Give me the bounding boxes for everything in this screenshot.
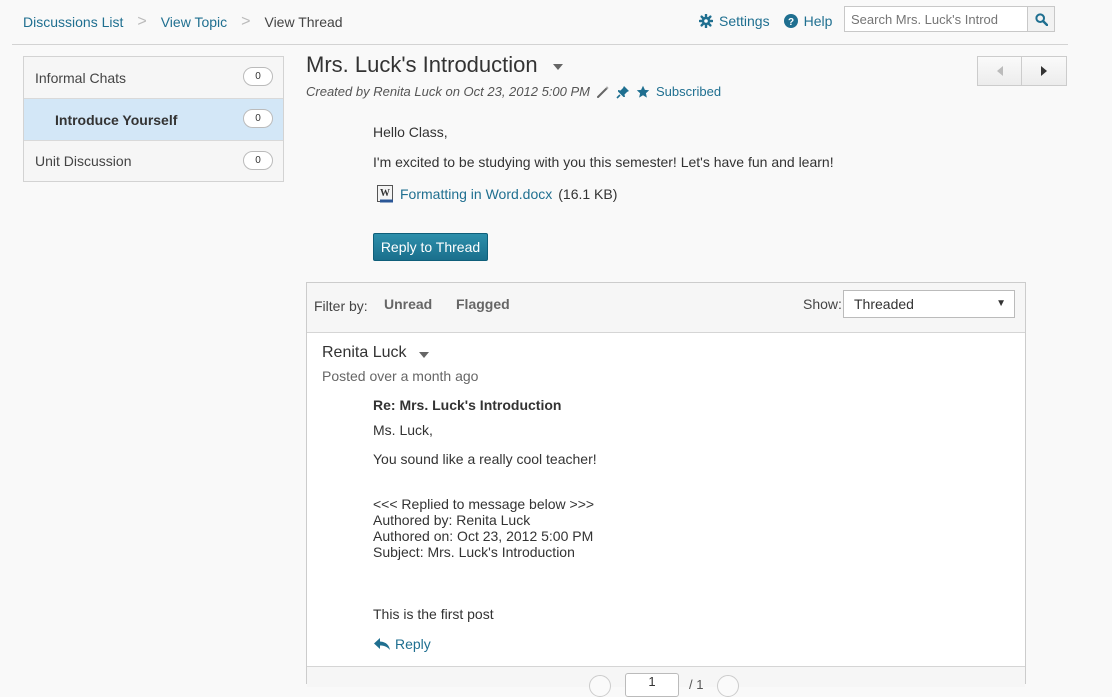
breadcrumb-separator-icon: > xyxy=(137,13,147,30)
thread-meta: Created by Renita Luck on Oct 23, 2012 5… xyxy=(306,84,721,99)
filter-unread-link[interactable]: Unread xyxy=(384,296,432,312)
previous-thread-button[interactable] xyxy=(977,56,1022,86)
sidebar-item-label: Unit Discussion xyxy=(35,153,132,169)
reply-posted-time: Posted over a month ago xyxy=(322,368,479,384)
filter-flagged-link[interactable]: Flagged xyxy=(456,296,510,312)
replies-panel: Filter by: Unread Flagged Show: Threaded… xyxy=(306,282,1026,697)
settings-label: Settings xyxy=(719,13,770,29)
top-divider xyxy=(12,44,1068,45)
help-button[interactable]: ? Help xyxy=(783,13,833,29)
filter-bar: Filter by: Unread Flagged Show: Threaded… xyxy=(307,283,1025,333)
dropdown-arrow-icon: ▼ xyxy=(996,298,1006,309)
view-mode-value: Threaded xyxy=(854,296,914,312)
triangle-right-icon xyxy=(1041,66,1047,76)
reply-author: Renita Luck xyxy=(322,344,407,361)
search-box xyxy=(844,6,1035,32)
post-text: I'm excited to be studying with you this… xyxy=(373,154,834,170)
reply-author-row: Renita Luck xyxy=(322,344,429,362)
show-label: Show: xyxy=(803,296,842,312)
sidebar-item-label: Informal Chats xyxy=(35,69,127,86)
pin-icon[interactable] xyxy=(616,85,630,99)
triangle-left-icon xyxy=(996,66,1003,76)
unread-count-badge: 0 xyxy=(243,109,273,128)
reply-subject: Re: Mrs. Luck's Introduction xyxy=(373,397,562,413)
quote-header: <<< Replied to message below >>> xyxy=(373,496,595,512)
breadcrumb-view-thread: View Thread xyxy=(264,14,343,30)
next-thread-button[interactable] xyxy=(1022,56,1067,86)
search-icon xyxy=(1034,12,1048,26)
subscribed-link[interactable]: Subscribed xyxy=(656,84,721,99)
breadcrumb-discussions-list[interactable]: Discussions List xyxy=(23,14,123,30)
previous-page-button[interactable] xyxy=(589,675,611,697)
reply-button[interactable]: Reply xyxy=(373,636,431,652)
help-label: Help xyxy=(803,13,833,29)
breadcrumb: Discussions List > View Topic > View Thr… xyxy=(23,13,343,31)
post-greeting: Hello Class, xyxy=(373,124,448,140)
thread-post-body: Hello Class, I'm excited to be studying … xyxy=(373,124,834,170)
unread-count-badge: 0 xyxy=(243,67,273,86)
reply-arrow-icon xyxy=(374,638,390,650)
star-icon[interactable] xyxy=(636,85,650,99)
view-mode-select[interactable]: Threaded ▼ xyxy=(843,290,1015,318)
breadcrumb-view-topic[interactable]: View Topic xyxy=(161,14,227,30)
reply-actions-caret-icon[interactable] xyxy=(418,351,429,358)
thread-title: Mrs. Luck's Introduction xyxy=(306,52,538,77)
thread-pager xyxy=(977,56,1068,86)
reply-message: You sound like a really cool teacher! xyxy=(373,451,597,467)
next-page-button[interactable] xyxy=(717,675,739,697)
magic-wand-icon xyxy=(597,85,610,98)
help-icon: ? xyxy=(783,14,798,28)
thread-actions-caret-icon[interactable] xyxy=(552,63,563,70)
sidebar-item-label: Introduce Yourself xyxy=(55,111,178,128)
search-input[interactable] xyxy=(845,7,1035,31)
thread-created-by: Created by Renita Luck on Oct 23, 2012 5… xyxy=(306,84,591,99)
sidebar-item-informal-chats[interactable]: Informal Chats 0 xyxy=(24,57,283,99)
settings-button[interactable]: Settings xyxy=(699,13,770,29)
svg-text:W: W xyxy=(380,188,390,199)
word-document-icon: W xyxy=(377,185,393,203)
reply-salutation: Ms. Luck, xyxy=(373,422,433,438)
unread-count-badge: 0 xyxy=(243,151,273,170)
attachment-size: (16.1 KB) xyxy=(558,186,618,202)
reply-to-thread-button[interactable]: Reply to Thread xyxy=(373,233,488,261)
quote-authored-on: Authored on: Oct 23, 2012 5:00 PM xyxy=(373,528,594,544)
page-total: / 1 xyxy=(689,677,704,692)
attachment-link[interactable]: Formatting in Word.docx xyxy=(400,186,552,202)
quote-subject: Subject: Mrs. Luck's Introduction xyxy=(373,544,575,560)
reply-label: Reply xyxy=(395,636,431,652)
quote-authored-by: Authored by: Renita Luck xyxy=(373,512,531,528)
svg-text:?: ? xyxy=(788,17,794,28)
topic-sidebar: Informal Chats 0 Introduce Yourself 0 Un… xyxy=(23,56,284,182)
attachment: W Formatting in Word.docx (16.1 KB) xyxy=(377,185,617,203)
reply-body: Ms. Luck, You sound like a really cool t… xyxy=(373,422,597,622)
quote-body: This is the first post xyxy=(373,606,494,622)
top-bar: Discussions List > View Topic > View Thr… xyxy=(0,0,1068,44)
gear-icon xyxy=(699,14,713,28)
sidebar-item-introduce-yourself[interactable]: Introduce Yourself 0 xyxy=(24,99,283,141)
filter-label: Filter by: xyxy=(314,298,368,314)
search-button[interactable] xyxy=(1027,6,1055,32)
sidebar-item-unit-discussion[interactable]: Unit Discussion 0 xyxy=(24,141,283,181)
toolbar: Settings ? Help xyxy=(699,13,846,29)
breadcrumb-separator-icon: > xyxy=(241,13,251,30)
thread-title-row: Mrs. Luck's Introduction xyxy=(306,52,563,78)
page-number-input[interactable]: 1 xyxy=(625,673,679,697)
